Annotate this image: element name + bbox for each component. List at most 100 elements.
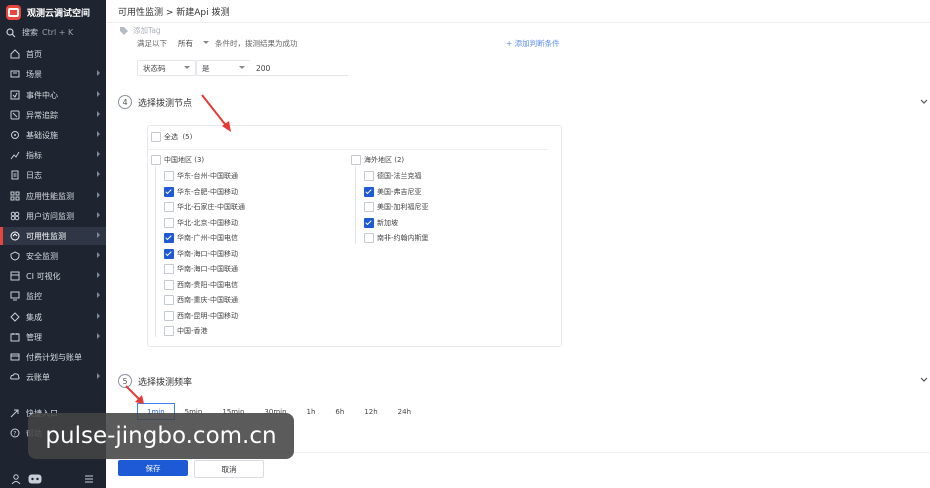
sidebar-item[interactable]: 云账单	[0, 368, 106, 386]
node-checkbox[interactable]	[164, 279, 174, 290]
sidebar-item[interactable]: 指标	[0, 146, 106, 164]
chevron-down-icon	[239, 66, 245, 69]
add-tag-link[interactable]: 添加Tag	[133, 25, 161, 36]
add-condition-link[interactable]: + 添加判断条件	[506, 38, 560, 49]
sidebar-item[interactable]: 基础设施	[0, 126, 106, 144]
assertion-value: 200	[256, 63, 271, 73]
condition-mode-select[interactable]: 所有	[172, 35, 215, 51]
sidebar-item[interactable]: 付费计划与账单	[0, 348, 106, 366]
node-checkbox[interactable]	[364, 171, 374, 181]
node-checkbox[interactable]	[164, 171, 174, 181]
log-icon	[10, 170, 20, 180]
node-checkbox[interactable]	[164, 264, 174, 274]
node-checkbox[interactable]	[164, 326, 174, 336]
node-label: 华北-石家庄-中国联通	[177, 203, 246, 211]
sidebar-search[interactable]: 搜索 Ctrl + K	[6, 27, 73, 38]
chevron-down-icon[interactable]	[920, 99, 928, 105]
discord-icon[interactable]	[28, 474, 42, 484]
chevron-down-icon	[184, 66, 190, 69]
node-checkbox[interactable]	[164, 310, 174, 321]
node-checkbox[interactable]	[364, 202, 374, 212]
sidebar-item[interactable]: 监控	[0, 287, 106, 305]
node-checkbox[interactable]	[364, 233, 374, 243]
breadcrumb: 可用性监测 > 新建Api 拨测	[118, 8, 230, 18]
node-checkbox[interactable]	[364, 186, 374, 197]
save-button[interactable]: 保存	[118, 460, 188, 476]
chevron-down-icon[interactable]	[920, 377, 928, 383]
frequency-option[interactable]: 24h	[388, 403, 421, 420]
node-label: 华南-海口-中国联通	[177, 265, 239, 273]
sidebar-item[interactable]: 安全监测	[0, 247, 106, 265]
sidebar-item[interactable]: 首页	[0, 45, 106, 63]
chevron-right-icon	[97, 232, 100, 238]
sidebar-item[interactable]: 管理	[0, 328, 106, 346]
sidebar-item[interactable]: CI 可视化	[0, 267, 106, 285]
chevron-right-icon	[97, 333, 100, 339]
assertion-value-input[interactable]: 200	[250, 60, 349, 76]
frequency-option[interactable]: 12h	[354, 403, 387, 420]
region-group-checkbox[interactable]	[151, 155, 161, 165]
chevron-right-icon	[97, 70, 100, 76]
collapse-menu-icon[interactable]	[84, 474, 94, 484]
integration-icon	[10, 312, 20, 322]
cancel-button[interactable]: 取消	[194, 460, 264, 478]
node-label: 华东-合肥-中国移动	[177, 187, 239, 196]
tag-icon	[120, 26, 128, 35]
node-checkbox[interactable]	[164, 248, 174, 259]
node-checkbox[interactable]	[364, 217, 374, 228]
frequency-option[interactable]: 1h	[297, 403, 326, 420]
watermark-overlay: pulse-jingbo.com.cn	[28, 413, 294, 459]
sidebar-item-label: 应用性能监测	[26, 191, 74, 201]
search-icon	[6, 27, 16, 37]
sidebar-item-label: 首页	[26, 49, 42, 59]
divider	[148, 149, 548, 150]
user-icon[interactable]	[11, 474, 21, 484]
node-checkbox[interactable]	[164, 217, 174, 228]
tag-row[interactable]: 添加Tag	[120, 25, 161, 36]
scene-icon	[10, 69, 20, 79]
sidebar-item[interactable]: 集成	[0, 308, 106, 326]
condition-suffix: 条件时，拨测结果为成功	[215, 39, 298, 48]
sidebar-item[interactable]: 用户访问监测	[0, 207, 106, 225]
node-checkbox[interactable]	[164, 295, 174, 305]
billing-icon	[10, 352, 20, 362]
node-label: 华东-台州-中国联通	[177, 172, 239, 180]
chevron-right-icon	[97, 111, 100, 117]
sidebar-item-label: CI 可视化	[26, 271, 61, 281]
node-label: 华南-海口-中国移动	[177, 249, 239, 258]
assertion-field-select[interactable]: 状态码	[137, 60, 196, 76]
node-checkbox[interactable]	[164, 202, 174, 212]
assertion-operator-value: 是	[202, 63, 210, 73]
sidebar-item-label: 云账单	[26, 372, 50, 382]
sidebar-item[interactable]: 异常追踪	[0, 106, 106, 124]
chevron-down-icon	[203, 41, 209, 44]
chevron-right-icon	[97, 313, 100, 319]
step-title: 选择拨测频率	[138, 377, 193, 388]
sidebar-item[interactable]: 日志	[0, 166, 106, 184]
cloud-bill-icon	[10, 372, 20, 382]
node-checkbox[interactable]	[164, 186, 174, 197]
sidebar-item[interactable]: 应用性能监测	[0, 187, 106, 205]
condition-mode-value: 所有	[178, 38, 193, 48]
select-all-checkbox[interactable]	[151, 132, 161, 142]
workspace-switcher[interactable]: 观测云调试空间	[6, 4, 90, 20]
frequency-option[interactable]: 6h	[325, 403, 354, 420]
assertion-operator-select[interactable]: 是	[196, 60, 251, 76]
step-title: 选择拨测节点	[138, 98, 193, 109]
node-label: 美国-弗吉尼亚	[377, 187, 422, 196]
chevron-right-icon	[97, 292, 100, 298]
sidebar-item-label: 安全监测	[26, 251, 58, 261]
region-group-checkbox[interactable]	[351, 155, 361, 165]
sidebar-item[interactable]: 场景	[0, 65, 106, 83]
page-header: 可用性监测 > 新建Api 拨测	[106, 0, 930, 23]
node-label: 南非-约翰内斯堡	[377, 234, 429, 242]
sidebar-item[interactable]: 可用性监测	[0, 227, 106, 245]
chevron-right-icon	[97, 373, 100, 379]
sidebar-item[interactable]: 事件中心	[0, 86, 106, 104]
workspace-logo-icon	[6, 4, 21, 20]
node-label: 西南-重庆-中国联通	[177, 296, 239, 304]
node-checkbox[interactable]	[164, 233, 174, 243]
region-group-label: 海外地区 (2)	[364, 156, 405, 164]
node-label: 中国-香港	[177, 327, 208, 335]
sidebar-footer	[0, 470, 106, 488]
